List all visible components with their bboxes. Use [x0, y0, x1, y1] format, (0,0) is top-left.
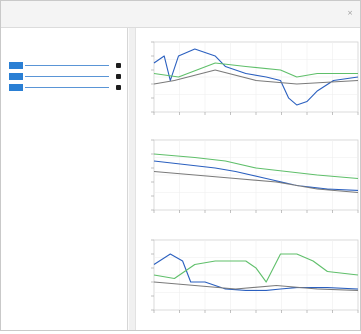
plots-canvas: [151, 41, 359, 313]
title-bar: ×: [1, 1, 360, 28]
track-line: [25, 65, 109, 66]
track-item[interactable]: [9, 73, 121, 80]
track-line: [25, 76, 109, 77]
visibility-icon[interactable]: [116, 85, 121, 90]
color-swatch: [9, 84, 23, 91]
track-line: [25, 87, 109, 88]
splitter-handle[interactable]: [129, 28, 136, 330]
plot-area: [136, 28, 360, 330]
sidebar: [1, 28, 128, 330]
color-swatch: [9, 62, 23, 69]
color-swatch: [9, 73, 23, 80]
track-item[interactable]: [9, 84, 121, 91]
visibility-icon[interactable]: [116, 63, 121, 68]
close-icon[interactable]: ×: [345, 8, 355, 18]
app-window: ×: [0, 0, 361, 331]
visibility-icon[interactable]: [116, 74, 121, 79]
track-item[interactable]: [9, 62, 121, 69]
